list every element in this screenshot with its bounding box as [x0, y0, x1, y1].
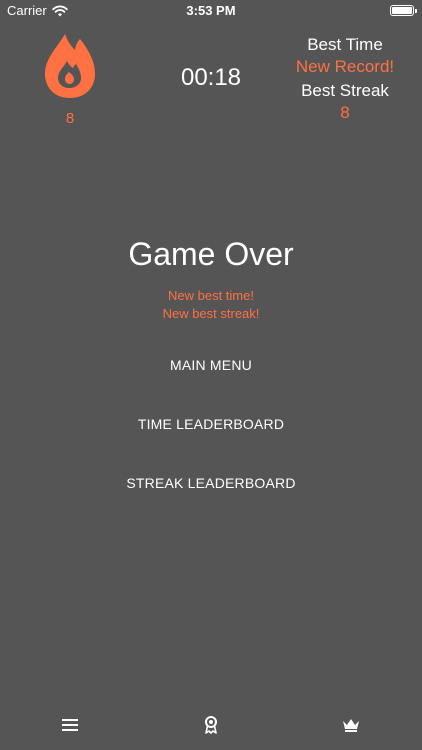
- bottom-tab-bar: [0, 700, 422, 750]
- game-over-screen: Carrier 3:53 PM 8 00:18 Best Time New Re…: [0, 0, 422, 750]
- streak-leaderboard-button[interactable]: STREAK LEADERBOARD: [61, 468, 361, 498]
- menu-icon[interactable]: [40, 710, 100, 740]
- main-menu-button[interactable]: MAIN MENU: [61, 350, 361, 380]
- records-panel: Best Time New Record! Best Streak 8: [290, 34, 400, 124]
- status-bar: Carrier 3:53 PM: [0, 0, 422, 22]
- battery-icon: [390, 5, 417, 16]
- best-streak-value: 8: [340, 103, 350, 122]
- status-time: 3:53 PM: [186, 3, 236, 18]
- best-time-label: Best Time: [307, 35, 383, 54]
- game-over-title: Game Over: [128, 236, 294, 272]
- best-time-value: New Record!: [295, 57, 395, 76]
- result-messages: New best time! New best streak!: [0, 287, 422, 323]
- streak-count: 8: [65, 110, 75, 127]
- new-best-time-message: New best time!: [168, 288, 254, 303]
- new-best-streak-message: New best streak!: [162, 306, 260, 321]
- best-streak-label: Best Streak: [301, 81, 389, 100]
- crown-icon[interactable]: [321, 710, 381, 740]
- time-leaderboard-button[interactable]: TIME LEADERBOARD: [61, 409, 361, 439]
- award-ribbon-icon[interactable]: [181, 710, 241, 740]
